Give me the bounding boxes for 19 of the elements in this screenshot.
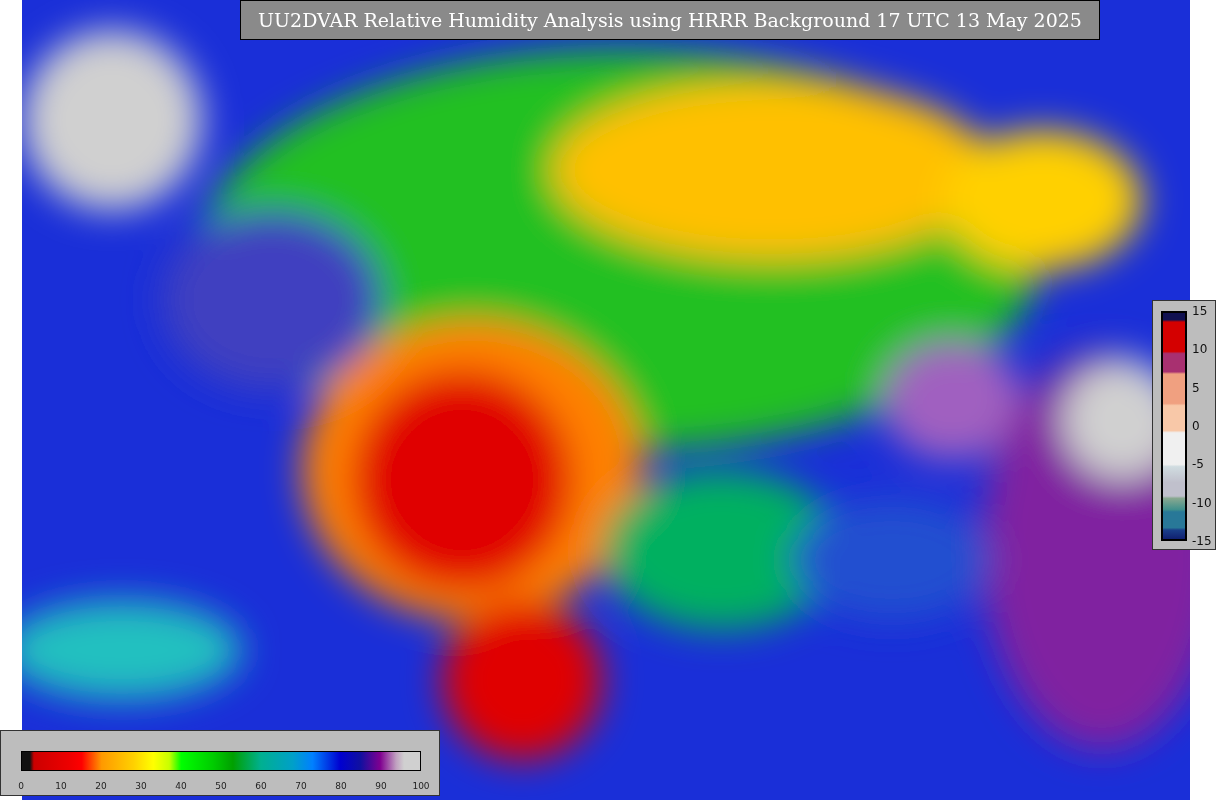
colorbar-tick-label: 15 — [1192, 304, 1208, 318]
colorbar-tick-label: 40 — [175, 781, 187, 791]
colorbar-tick-label: 100 — [412, 781, 430, 791]
colorbar-tick-label: 30 — [135, 781, 147, 791]
colorbar-tick-label: 70 — [295, 781, 307, 791]
colorbar-tick-label: -5 — [1192, 457, 1204, 472]
colorbar-tick-label: 10 — [55, 781, 67, 791]
colorbar-tick-label: 50 — [215, 781, 227, 791]
colorbar-tick-label: 80 — [335, 781, 347, 791]
colorbar-tick-label: 0 — [1192, 419, 1200, 433]
map-title: UU2DVAR Relative Humidity Analysis using HRRR Background 17 UTC 13 May 2025 — [240, 0, 1100, 40]
colorbar-tick-label: -10 — [1192, 495, 1212, 510]
colorbar-tick-label: 90 — [375, 781, 387, 791]
colorbar-tick-label: 20 — [95, 781, 107, 791]
colorbar-tick-label: 0 — [18, 781, 24, 791]
colorbar-tick-label: 60 — [255, 781, 267, 791]
colorbar-tick-label: 5 — [1192, 380, 1200, 395]
colorbar-tick-label: -15 — [1192, 534, 1212, 548]
colorbar-tick-label: 10 — [1192, 342, 1208, 357]
